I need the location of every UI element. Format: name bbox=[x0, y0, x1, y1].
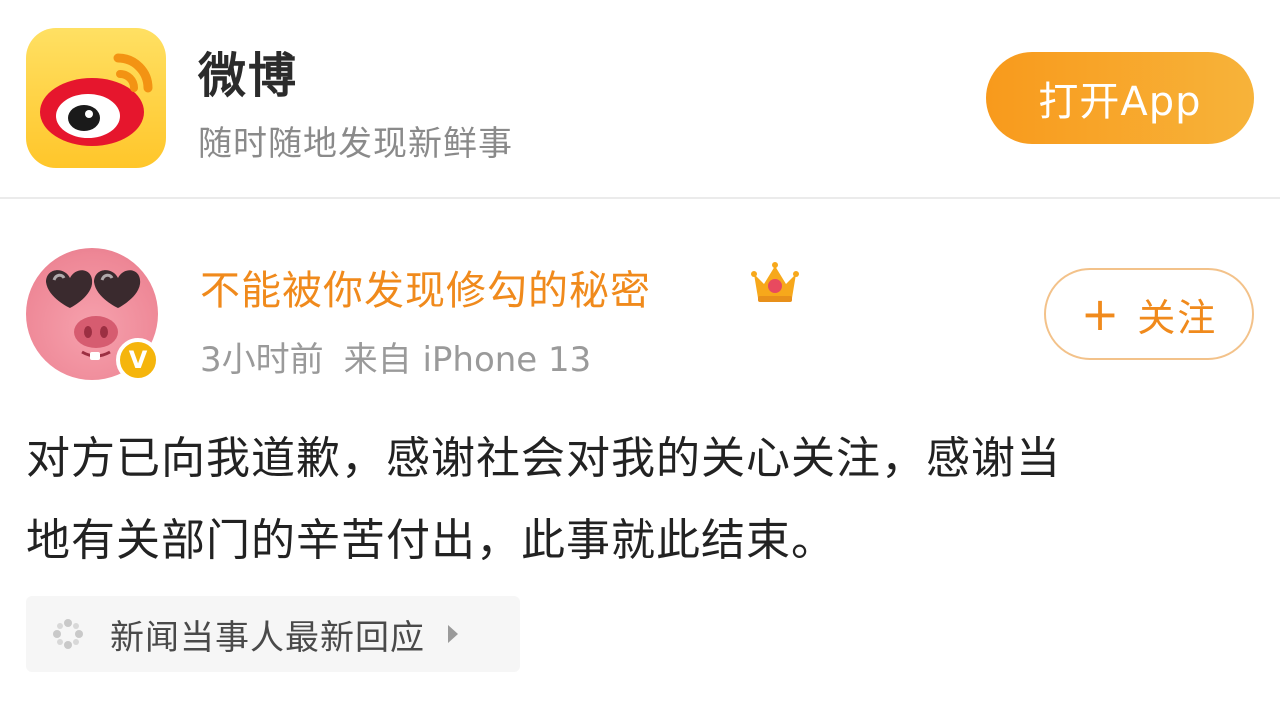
post-time: 3小时前 bbox=[200, 340, 324, 380]
topic-label: 新闻当事人最新回应 bbox=[110, 617, 425, 658]
app-name: 微博 bbox=[198, 48, 299, 104]
sparkle-icon bbox=[53, 619, 83, 649]
app-slogan: 随时随地发现新鲜事 bbox=[198, 124, 513, 164]
post-text: 对方已向我道歉，感谢社会对我的关心关注，感谢当 地有关部门的辛苦付出，此事就此结… bbox=[26, 418, 1256, 582]
post-text-line: 对方已向我道歉，感谢社会对我的关心关注，感谢当 bbox=[26, 433, 1061, 484]
chevron-right-icon bbox=[448, 625, 458, 643]
plus-icon: + bbox=[1080, 287, 1122, 341]
post-source: 来自 iPhone 13 bbox=[343, 340, 592, 380]
follow-button[interactable]: + 关注 bbox=[1044, 268, 1254, 360]
post-text-line: 地有关部门的辛苦付出，此事就此结束。 bbox=[26, 515, 836, 566]
verified-badge: V bbox=[116, 338, 160, 382]
app-download-banner: 微博 随时随地发现新鲜事 打开App bbox=[0, 0, 1280, 198]
post-meta: 3小时前 来自 iPhone 13 bbox=[200, 332, 591, 381]
topic-card[interactable]: 新闻当事人最新回应 bbox=[26, 596, 520, 672]
follow-label: 关注 bbox=[1137, 295, 1218, 340]
username[interactable]: 不能被你发现修勾的秘密 bbox=[200, 258, 651, 316]
crown-icon bbox=[751, 262, 799, 302]
weibo-logo-icon[interactable] bbox=[26, 28, 166, 168]
open-app-button[interactable]: 打开App bbox=[986, 52, 1254, 144]
banner-divider bbox=[0, 197, 1280, 199]
